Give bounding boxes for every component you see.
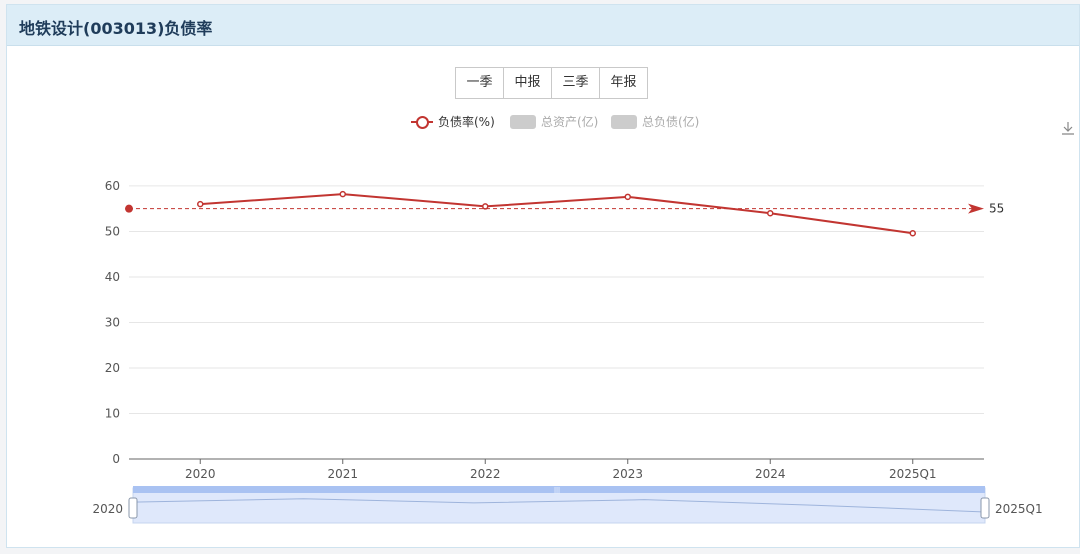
x-tick-label: 2024 [755, 467, 786, 481]
x-tick-label: 2022 [470, 467, 501, 481]
y-tick-label: 20 [105, 361, 120, 375]
x-tick-label: 2023 [612, 467, 643, 481]
datazoom-grip-icon[interactable]: ||| [554, 487, 560, 494]
line-chart: 0 10 20 30 40 50 60 2020 2021 2022 2023 2024 2025Q1 5… [92, 179, 1043, 524]
data-point[interactable] [624, 193, 631, 201]
x-tick-label: 2020 [185, 467, 216, 481]
x-tick-label: 2025Q1 [889, 467, 937, 481]
markline-label: 55 [989, 202, 1004, 216]
y-tick-label: 10 [105, 406, 120, 420]
y-tick-label: 0 [112, 452, 120, 466]
datazoom-end-label: 2025Q1 [995, 502, 1043, 516]
datazoom-right-handle[interactable] [980, 497, 990, 519]
x-tick-label: 2021 [327, 467, 358, 481]
data-point[interactable] [482, 203, 489, 210]
data-point[interactable] [767, 209, 774, 217]
data-point[interactable] [197, 200, 204, 208]
y-tick-label: 50 [105, 224, 120, 238]
markline-start-dot [125, 204, 133, 213]
datazoom-start-label: 2020 [92, 502, 123, 516]
y-tick-label: 60 [105, 179, 120, 193]
data-point[interactable] [909, 230, 916, 237]
series-line [200, 193, 913, 235]
datazoom-left-handle[interactable] [128, 497, 138, 519]
data-point[interactable] [339, 190, 346, 198]
y-tick-label: 40 [105, 270, 120, 284]
y-tick-label: 30 [105, 315, 120, 329]
